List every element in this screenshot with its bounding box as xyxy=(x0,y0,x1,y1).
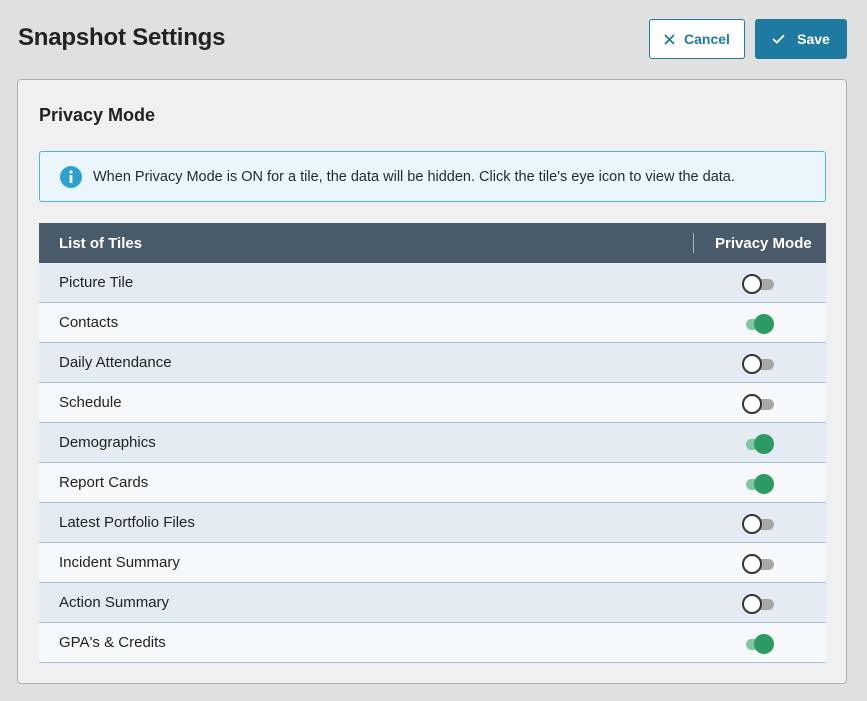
column-header-privacy-mode: Privacy Mode xyxy=(715,235,812,252)
toggle-knob xyxy=(742,554,762,574)
privacy-mode-toggle[interactable] xyxy=(742,274,776,294)
toggle-knob xyxy=(754,434,774,454)
tile-name: Incident Summary xyxy=(59,554,180,571)
table-row: Demographics xyxy=(39,423,826,463)
privacy-mode-toggle[interactable] xyxy=(742,594,776,614)
toggle-knob xyxy=(754,634,774,654)
page-title: Snapshot Settings xyxy=(18,24,226,51)
info-banner: When Privacy Mode is ON for a tile, the … xyxy=(39,151,826,202)
table-row: Contacts xyxy=(39,303,826,343)
privacy-mode-toggle[interactable] xyxy=(742,514,776,534)
toggle-knob xyxy=(742,354,762,374)
tile-name: Report Cards xyxy=(59,474,149,491)
toggle-knob xyxy=(754,474,774,494)
close-icon xyxy=(664,33,675,45)
table-row: Latest Portfolio Files xyxy=(39,503,826,543)
tile-name: Latest Portfolio Files xyxy=(59,514,195,531)
tile-name: Picture Tile xyxy=(59,274,134,291)
tiles-table: List of Tiles Privacy Mode Picture Tile C… xyxy=(39,223,826,663)
tile-name: GPA's & Credits xyxy=(59,634,166,651)
info-icon xyxy=(60,165,82,188)
tile-name: Contacts xyxy=(59,314,119,331)
tile-name: Schedule xyxy=(59,394,122,411)
column-divider xyxy=(693,233,694,253)
table-row: Report Cards xyxy=(39,463,826,503)
save-button[interactable]: Save xyxy=(755,19,847,59)
toggle-knob xyxy=(742,394,762,414)
privacy-mode-toggle[interactable] xyxy=(742,434,776,454)
privacy-mode-toggle[interactable] xyxy=(742,554,776,574)
privacy-mode-card: Privacy Mode When Privacy Mode is ON for… xyxy=(17,79,847,684)
privacy-mode-toggle[interactable] xyxy=(742,474,776,494)
toggle-knob xyxy=(754,314,774,334)
toggle-knob xyxy=(742,594,762,614)
checkmark-icon xyxy=(772,34,785,44)
privacy-mode-toggle[interactable] xyxy=(742,394,776,414)
table-row: Incident Summary xyxy=(39,543,826,583)
table-row: GPA's & Credits xyxy=(39,623,826,663)
table-row: Schedule xyxy=(39,383,826,423)
table-row: Picture Tile xyxy=(39,263,826,303)
tile-name: Daily Attendance xyxy=(59,354,172,371)
table-row: Daily Attendance xyxy=(39,343,826,383)
column-header-tiles: List of Tiles xyxy=(59,235,143,252)
table-row: Action Summary xyxy=(39,583,826,623)
tile-name: Demographics xyxy=(59,434,156,451)
info-text: When Privacy Mode is ON for a tile, the … xyxy=(93,168,735,185)
cancel-button[interactable]: Cancel xyxy=(649,19,745,59)
privacy-mode-toggle[interactable] xyxy=(742,354,776,374)
toggle-knob xyxy=(742,514,762,534)
save-button-label: Save xyxy=(797,31,830,47)
section-title: Privacy Mode xyxy=(39,105,156,125)
privacy-mode-toggle[interactable] xyxy=(742,314,776,334)
tile-name: Action Summary xyxy=(59,594,170,611)
cancel-button-label: Cancel xyxy=(684,31,730,47)
privacy-mode-toggle[interactable] xyxy=(742,634,776,654)
table-header: List of Tiles Privacy Mode xyxy=(39,223,826,263)
toggle-knob xyxy=(742,274,762,294)
